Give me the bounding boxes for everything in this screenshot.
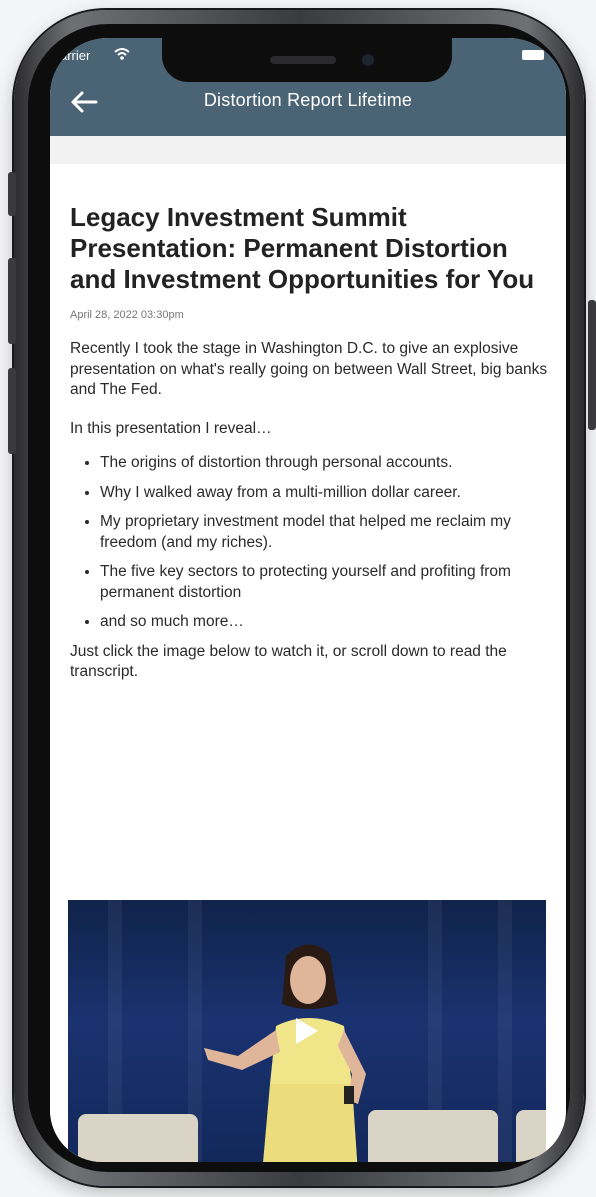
volume-down-button <box>8 368 16 454</box>
article-cta: Just click the image below to watch it, … <box>70 642 507 681</box>
play-icon[interactable] <box>296 1018 318 1044</box>
list-item: The origins of distortion through person… <box>100 453 550 474</box>
curtain-fold <box>498 900 512 1162</box>
list-item: My proprietary investment model that hel… <box>100 512 550 553</box>
mute-switch <box>8 172 16 216</box>
stage-chair <box>78 1114 198 1162</box>
screen-title: Distortion Report Lifetime <box>203 90 413 110</box>
speaker-grille <box>270 56 336 64</box>
article-body: Legacy Investment Summit Presentation: P… <box>70 202 550 683</box>
list-item: The five key sectors to protecting yours… <box>100 562 550 603</box>
front-camera <box>362 54 374 66</box>
power-button <box>588 300 596 430</box>
app-header: arrier Distortion Report Lifetime <box>50 38 566 136</box>
stage-chair <box>516 1110 546 1162</box>
app-screen: arrier Distortion Report Lifetime Legacy… <box>50 38 566 1162</box>
carrier-label: arrier <box>60 48 91 63</box>
presentation-video-thumbnail[interactable] <box>68 900 546 1162</box>
article-lead: In this presentation I reveal… <box>70 419 272 437</box>
camera-notch <box>162 38 452 82</box>
volume-up-button <box>8 258 16 344</box>
presenter-image <box>204 944 366 1162</box>
article-headline: Legacy Investment Summit Presentation: P… <box>70 202 535 294</box>
wifi-icon <box>114 48 130 60</box>
battery-icon <box>522 50 544 60</box>
reveal-list: The origins of distortion through person… <box>70 453 550 633</box>
article-date: April 28, 2022 03:30pm <box>70 309 184 321</box>
list-item: Why I walked away from a multi-million d… <box>100 483 550 504</box>
list-item: and so much more… <box>100 612 550 633</box>
article-intro: Recently I took the stage in Washington … <box>70 340 548 398</box>
